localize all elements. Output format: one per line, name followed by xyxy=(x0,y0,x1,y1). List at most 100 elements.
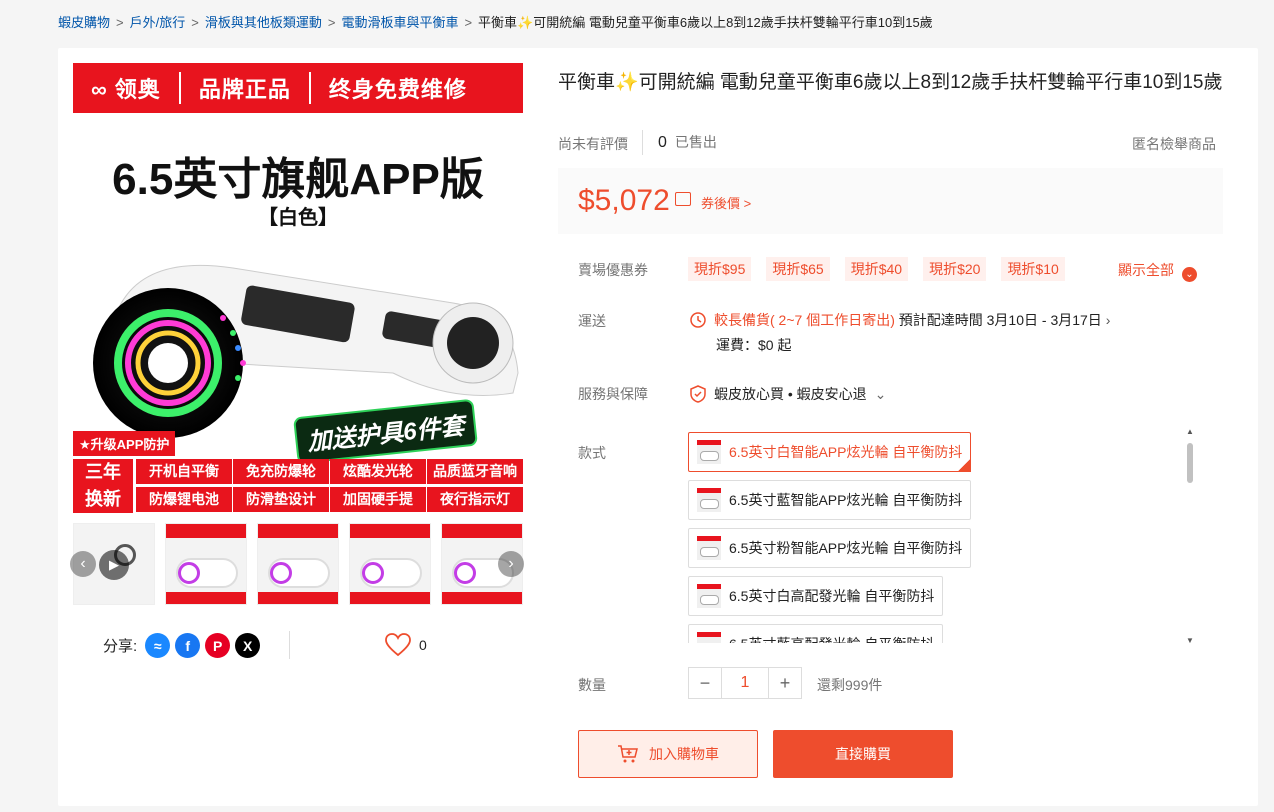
chevron-down-icon: ⌄ xyxy=(874,386,887,402)
image-brand-banner: ∞ 领奥 品牌正品 终身免费维修 xyxy=(73,63,523,113)
breadcrumb-separator: > xyxy=(464,15,473,30)
thumbnail-image[interactable] xyxy=(165,523,247,605)
buy-now-button[interactable]: 直接購買 xyxy=(773,730,953,778)
feature-cell: 防爆锂电池 xyxy=(136,487,232,512)
feature-cell: 夜行指示灯 xyxy=(427,487,523,512)
play-icon: ▶ xyxy=(99,550,129,580)
variant-option[interactable]: 6.5英寸藍智能APP炫光輪 自平衡防抖 xyxy=(688,480,972,520)
shipping-fee: 運費：$0 起 xyxy=(716,337,792,353)
chevron-right-icon[interactable]: › xyxy=(498,551,524,577)
add-to-cart-button[interactable]: 加入購物車 xyxy=(578,730,758,778)
x-icon[interactable]: X xyxy=(235,633,261,658)
thumbnail-graphic xyxy=(350,524,430,538)
thumbnail-graphic xyxy=(270,562,292,584)
show-all-label: 顯示全部 xyxy=(1118,262,1174,278)
thumbnail-graphic xyxy=(258,592,338,604)
image-headline: 6.5英寸旗舰APP版 xyxy=(112,155,484,204)
facebook-icon[interactable]: f xyxy=(175,633,201,658)
coupon-price-link[interactable]: 券後價 > xyxy=(701,193,751,212)
voucher-list: 現折$95 現折$65 現折$40 現折$20 現折$10 xyxy=(688,257,1080,281)
add-to-cart-label: 加入購物車 xyxy=(649,746,719,762)
heart-icon xyxy=(385,633,411,657)
feature-cell: 免充防爆轮 xyxy=(233,459,329,484)
service-text: 蝦皮放心買 • 蝦皮安心退 xyxy=(714,386,867,402)
voucher-chip[interactable]: 現折$65 xyxy=(766,257,830,281)
breadcrumb: 蝦皮購物 > 戶外/旅行 > 滑板與其他板類運動 > 電動滑板車與平衡車 > 平衡車✨可開統編 … xyxy=(58,12,933,31)
quantity-input[interactable]: 1 xyxy=(721,668,769,698)
like-button[interactable]: 0 xyxy=(385,633,427,657)
variant-option-label: 6.5英寸白高配發光輪 自平衡防抖 xyxy=(729,588,935,604)
variant-label: 款式 xyxy=(578,445,606,461)
thumbnail-graphic xyxy=(178,562,200,584)
image-feature-strip: 三年 换新 开机自平衡 免充防爆轮 炫酷发光轮 品质蓝牙音响 防爆锂电池 防滑垫设… xyxy=(73,459,523,513)
thumbnail-graphic xyxy=(166,524,246,538)
banner-text: 终身免费维修 xyxy=(328,77,467,102)
share-bar: 分享: ≈ f P X xyxy=(103,633,261,658)
variant-option[interactable]: 6.5英寸白高配發光輪 自平衡防抖 xyxy=(688,576,944,616)
pinterest-icon[interactable]: P xyxy=(205,633,231,658)
selected-check-icon xyxy=(957,458,972,472)
thumbnail-strip: ▶ ‹ › xyxy=(70,523,524,605)
shipping-status: 較長備貨( 2~7 個工作日寄出) xyxy=(714,312,895,328)
breadcrumb-separator: > xyxy=(116,15,124,30)
thumbnail-image[interactable] xyxy=(257,523,339,605)
feature-warranty-line: 换新 xyxy=(85,489,121,509)
feature-warranty-line: 三年 xyxy=(85,462,121,482)
feature-cell: 炫酷发光轮 xyxy=(330,459,426,484)
thumbnail-graphic xyxy=(166,592,246,604)
variant-option[interactable]: 6.5英寸藍高配發光輪 自平衡防抖 xyxy=(688,624,944,643)
service-label: 服務與保障 xyxy=(578,386,648,402)
buy-now-label: 直接購買 xyxy=(835,746,891,762)
variant-option[interactable]: 6.5英寸粉智能APP炫光輪 自平衡防抖 xyxy=(688,528,972,568)
divider xyxy=(642,130,643,155)
thumbnail-graphic xyxy=(454,562,476,584)
feature-cell: 防滑垫设计 xyxy=(233,487,329,512)
scroll-up-icon[interactable]: ▲ xyxy=(1185,427,1195,436)
rating-status: 尚未有評價 xyxy=(558,136,628,152)
quantity-increase-button[interactable]: + xyxy=(769,668,801,698)
breadcrumb-link-boards[interactable]: 滑板與其他板類運動 xyxy=(205,15,322,30)
feature-warranty: 三年 换新 xyxy=(73,459,133,513)
share-label: 分享: xyxy=(103,638,138,655)
thumbnail-graphic xyxy=(442,524,522,538)
stock-remaining: 還剩999件 xyxy=(817,677,883,693)
chevron-down-icon: ⌄ xyxy=(1182,267,1197,282)
breadcrumb-link-outdoor[interactable]: 戶外/旅行 xyxy=(130,15,186,30)
voucher-chip[interactable]: 現折$95 xyxy=(688,257,752,281)
variant-option-label: 6.5英寸粉智能APP炫光輪 自平衡防抖 xyxy=(729,540,963,556)
show-all-vouchers-button[interactable]: 顯示全部 ⌄ xyxy=(1118,260,1197,282)
chevron-left-icon[interactable]: ‹ xyxy=(70,551,96,577)
banner-text: 品牌正品 xyxy=(181,72,311,104)
product-stats: 尚未有評價 0 已售出 匿名檢舉商品 xyxy=(558,130,1218,158)
breadcrumb-separator: > xyxy=(327,15,336,30)
product-main-image[interactable]: ∞ 领奥 品牌正品 终身免费维修 6.5英寸旗舰APP版 【白色】 加送护具6件… xyxy=(73,63,523,513)
variant-option[interactable]: 6.5英寸白智能APP炫光輪 自平衡防抖 xyxy=(688,432,972,472)
sold-count: 0 xyxy=(658,134,667,151)
breadcrumb-link-scooters[interactable]: 電動滑板車與平衡車 xyxy=(341,15,458,30)
thumbnail-image[interactable] xyxy=(349,523,431,605)
breadcrumb-current: 平衡車✨可開統編 電動兒童平衡車6歲以上8到12歲手扶杆雙輪平行車10到15歲 xyxy=(478,15,933,30)
breadcrumb-link-shopee[interactable]: 蝦皮購物 xyxy=(58,15,110,30)
scrollbar-thumb[interactable] xyxy=(1187,443,1193,483)
report-link[interactable]: 匿名檢舉商品 xyxy=(1132,134,1216,154)
variant-scrollbar[interactable]: ▲ ▼ xyxy=(1185,427,1195,645)
service-guarantee[interactable]: 蝦皮放心買 • 蝦皮安心退 ⌄ xyxy=(690,384,886,404)
variant-thumbnail xyxy=(697,584,721,608)
thumbnail-graphic xyxy=(258,524,338,538)
cart-icon xyxy=(618,745,638,763)
variant-option-label: 6.5英寸白智能APP炫光輪 自平衡防抖 xyxy=(729,444,963,460)
variant-list: 6.5英寸白智能APP炫光輪 自平衡防抖 6.5英寸藍智能APP炫光輪 自平衡防… xyxy=(688,431,1198,643)
voucher-chip[interactable]: 現折$10 xyxy=(1001,257,1065,281)
shipping-label: 運送 xyxy=(578,313,606,329)
breadcrumb-separator: > xyxy=(191,15,199,30)
feature-cell: 加固硬手提 xyxy=(330,487,426,512)
shipping-info[interactable]: 較長備貨( 2~7 個工作日寄出) 預計配達時間 3月10日 - 3月17日 › xyxy=(690,310,1110,330)
voucher-chip[interactable]: 現折$40 xyxy=(844,257,909,281)
quantity-decrease-button[interactable]: − xyxy=(689,668,721,698)
scroll-down-icon[interactable]: ▼ xyxy=(1185,636,1195,645)
variant-thumbnail xyxy=(697,536,721,560)
product-card: ∞ 领奥 品牌正品 终身免费维修 6.5英寸旗舰APP版 【白色】 加送护具6件… xyxy=(58,48,1258,806)
voucher-chip[interactable]: 現折$20 xyxy=(923,257,987,281)
chevron-right-icon: › xyxy=(1105,312,1111,328)
messenger-icon[interactable]: ≈ xyxy=(145,633,171,658)
